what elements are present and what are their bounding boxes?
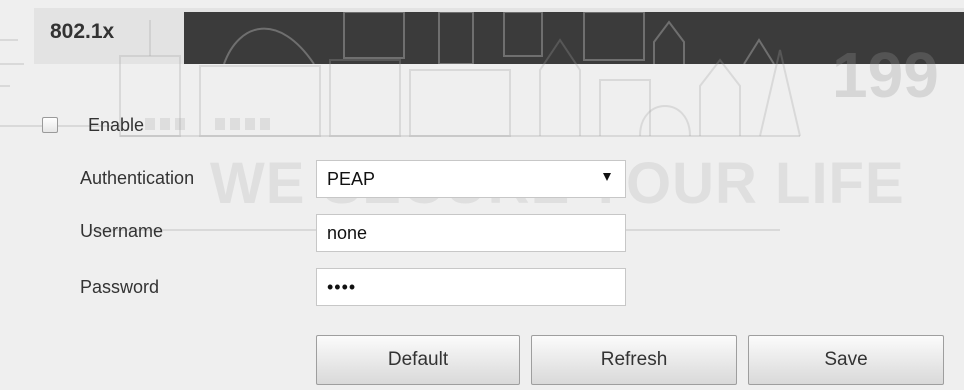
password-value: ••••: [327, 276, 357, 297]
refresh-button[interactable]: Refresh: [531, 335, 737, 385]
enable-label: Enable: [88, 114, 145, 135]
authentication-select[interactable]: PEAP: [316, 160, 626, 198]
username-input[interactable]: none: [316, 214, 626, 252]
authentication-selected-value: PEAP: [327, 168, 376, 189]
password-input[interactable]: ••••: [316, 268, 626, 306]
section-header: 802.1x: [0, 0, 964, 72]
password-label: Password: [80, 277, 160, 297]
dropdown-arrow-icon[interactable]: [603, 173, 611, 181]
authentication-label: Authentication: [80, 168, 195, 188]
network-8021x-panel: 802.1x WE YOUR LIFE 199 Enable Authentic…: [0, 0, 964, 390]
username-value: none: [327, 222, 368, 243]
default-button[interactable]: Default: [316, 335, 520, 385]
username-label: Username: [80, 221, 164, 241]
save-button[interactable]: Save: [748, 335, 944, 385]
enable-row: Enable: [42, 112, 144, 138]
enable-checkbox[interactable]: [42, 117, 58, 133]
header-banner: [184, 11, 964, 65]
section-title: 802.1x: [50, 20, 115, 43]
skyline-illustration: [223, 11, 775, 65]
